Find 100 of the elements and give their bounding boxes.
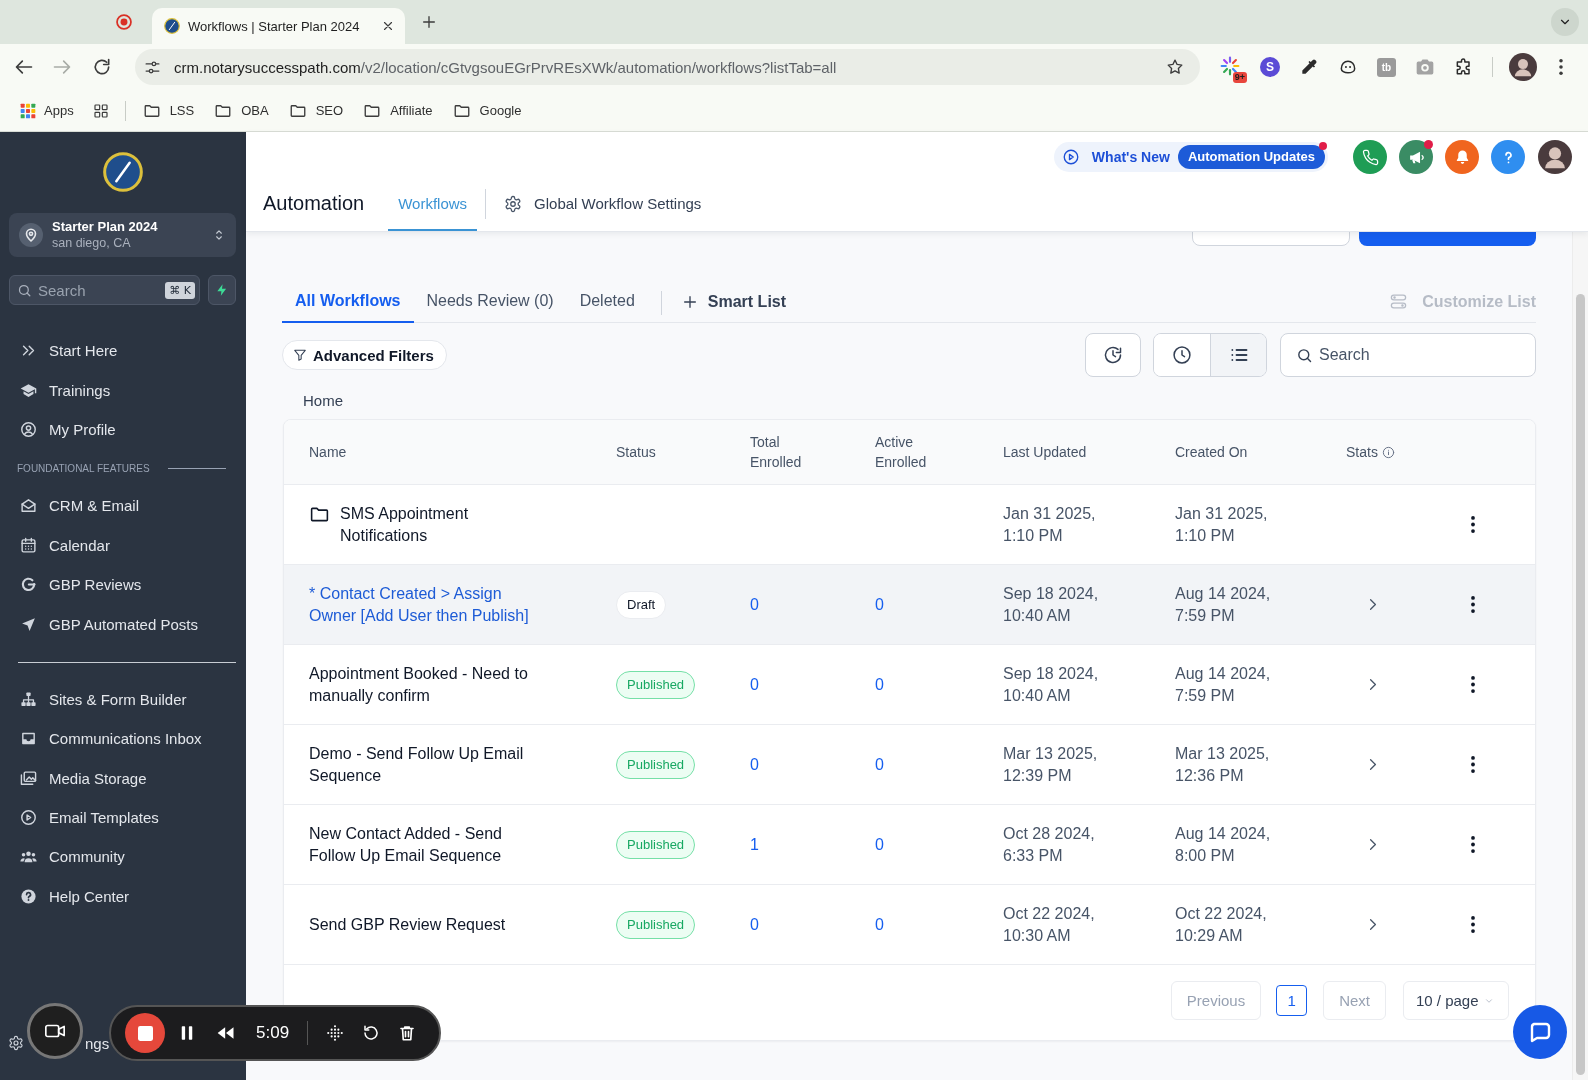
dot-grid-icon[interactable] — [326, 1024, 345, 1042]
chevron-right-icon[interactable] — [1369, 598, 1377, 611]
bookmark-folder[interactable]: Google — [452, 101, 522, 120]
kebab-menu-icon[interactable] — [1471, 916, 1475, 933]
enrolled-count[interactable]: 0 — [875, 675, 884, 694]
nav-item[interactable]: Trainings — [9, 370, 236, 410]
extension-button[interactable]: S — [1260, 57, 1280, 77]
page-button[interactable]: 1 — [1276, 985, 1308, 1016]
bookmark[interactable]: Apps — [20, 102, 74, 119]
chevron-right-icon[interactable] — [1369, 838, 1377, 851]
kebab-menu-icon[interactable] — [1471, 516, 1475, 533]
address-bar[interactable]: crm.notarysuccesspath.com/v2/location/cGtvgsouEGrPrvREsXWk/automation/workflows?listTab=all — [135, 49, 1200, 85]
chevron-right-icon[interactable] — [1369, 758, 1377, 771]
bookmark-folder[interactable]: Affiliate — [363, 101, 433, 120]
history-button[interactable] — [1085, 333, 1141, 377]
nav-item[interactable]: CRM & Email — [9, 486, 236, 526]
search-field[interactable]: Search — [1280, 333, 1536, 377]
nav-item[interactable]: GBP Automated Posts — [9, 604, 236, 644]
enrolled-count[interactable]: 0 — [750, 755, 759, 774]
nav-label[interactable]: ngs — [85, 1034, 110, 1052]
add-smart-list-button[interactable]: Smart List — [681, 284, 787, 322]
nav-item[interactable]: Help Center — [9, 876, 236, 917]
enrolled-count[interactable]: 1 — [750, 835, 759, 854]
updates-badge[interactable]: Automation Updates — [1177, 145, 1325, 169]
settings-link[interactable]: Global Workflow Settings — [504, 194, 702, 213]
grid-icon[interactable] — [92, 102, 109, 119]
workflow-name[interactable]: Appointment Booked - Need to manually confirm — [309, 662, 541, 707]
nav-item[interactable]: Community — [9, 837, 236, 877]
nav-item[interactable]: Communications Inbox — [9, 719, 236, 759]
list-tab[interactable]: Needs Review (0) — [413, 284, 567, 323]
date-text: Sep 18 2024, 10:40 AM — [1003, 583, 1100, 626]
quick-action-button[interactable] — [208, 275, 236, 305]
enrolled-count[interactable]: 0 — [875, 835, 884, 854]
search-field[interactable]: Search ⌘ K — [9, 275, 200, 305]
enrolled-count[interactable]: 0 — [750, 675, 759, 694]
logo-icon[interactable] — [102, 152, 143, 192]
kebab-menu-icon[interactable] — [1559, 59, 1563, 75]
avatar-icon[interactable] — [1509, 53, 1537, 81]
nav-item[interactable]: My Profile — [9, 409, 236, 450]
workflow-name[interactable]: Demo - Send Follow Up Email Sequence — [309, 742, 541, 787]
enrolled-count[interactable]: 0 — [750, 595, 759, 614]
table-row[interactable]: Demo - Send Follow Up Email Sequence Published 0 0 Mar 13 2025, 12:39 PM Mar 13 2025, 12:36 PM — [284, 725, 1535, 805]
whats-new-button[interactable]: What's New — [1061, 148, 1170, 166]
gear-icon[interactable] — [8, 1035, 24, 1051]
undo-icon[interactable] — [362, 1024, 381, 1042]
bookmark-folder[interactable]: SEO — [288, 101, 344, 120]
chevron-right-icon[interactable] — [1369, 678, 1377, 691]
eyedropper-icon[interactable] — [1299, 57, 1319, 77]
workflow-name[interactable]: * Contact Created > Assign Owner [Add User then Publish] — [309, 582, 541, 627]
stop-button[interactable] — [125, 1013, 165, 1053]
nav-item[interactable]: Start Here — [9, 331, 236, 371]
table-row[interactable]: Send GBP Review Request Published 0 0 Oct 22 2024, 10:30 AM Oct 22 2024, 10:29 AM — [284, 885, 1535, 965]
close-icon[interactable] — [381, 19, 395, 33]
folder-name[interactable]: SMS Appointment Notifications — [340, 502, 542, 547]
kebab-menu-icon[interactable] — [1471, 756, 1475, 773]
account-switcher[interactable]: Starter Plan 2024 san diego, CA — [9, 213, 236, 257]
page-size-select[interactable]: 10 / page — [1403, 981, 1509, 1020]
star-icon[interactable] — [1166, 58, 1184, 76]
help-button[interactable] — [1491, 140, 1525, 174]
kebab-menu-icon[interactable] — [1471, 836, 1475, 853]
nav-item[interactable]: GBP Reviews — [9, 564, 236, 605]
list-tab[interactable]: Deleted — [566, 284, 648, 323]
kebab-menu-icon[interactable] — [1471, 596, 1475, 613]
info-icon[interactable] — [1381, 445, 1395, 459]
workflow-name[interactable]: Send GBP Review Request — [309, 913, 506, 936]
advanced-filters-button[interactable]: Advanced Filters — [282, 340, 447, 370]
table-row[interactable]: * Contact Created > Assign Owner [Add User then Publish] Draft 0 0 Sep 18 2024, 10:40 AM Aug 14 2024, 7:59 PM — [284, 565, 1535, 645]
location-pin-icon — [19, 223, 43, 247]
nav-item[interactable]: Email Templates — [9, 797, 236, 838]
enrolled-count[interactable]: 0 — [875, 755, 884, 774]
table-row[interactable]: New Contact Added - Send Follow Up Email Sequence Published 1 0 Oct 28 2024, 6:33 PM Aug 14 2024, 8:00 PM — [284, 805, 1535, 885]
browser-tab[interactable] — [116, 14, 132, 30]
avatar-icon[interactable] — [1538, 140, 1572, 174]
browser-tab[interactable]: Workflows | Starter Plan 2024 — [152, 8, 405, 44]
phone-button[interactable] — [1353, 140, 1387, 174]
plus-icon[interactable] — [421, 14, 437, 30]
list-tab[interactable]: All Workflows — [282, 284, 414, 323]
table-row[interactable]: SMS Appointment Notifications Jan 31 2025, 1:10 PM Jan 31 2025, 1:10 PM — [284, 485, 1535, 565]
enrolled-count[interactable]: 0 — [875, 915, 884, 934]
bookmark-folder[interactable]: LSS — [142, 101, 195, 120]
notifications-button[interactable] — [1445, 140, 1479, 174]
breadcrumb[interactable]: Home — [282, 392, 343, 410]
workflow-name[interactable]: New Contact Added - Send Follow Up Email Sequence — [309, 822, 541, 867]
scrollbar-thumb[interactable] — [1576, 294, 1585, 1075]
view-mode-button[interactable] — [1210, 334, 1266, 376]
nav-item[interactable]: Calendar — [9, 525, 236, 565]
reload-icon[interactable] — [92, 57, 112, 77]
enrolled-count[interactable]: 0 — [750, 915, 759, 934]
nav-item[interactable]: Media Storage — [9, 758, 236, 798]
column-header: Name — [309, 443, 347, 462]
chevron-right-icon[interactable] — [1369, 918, 1377, 931]
kebab-menu-icon[interactable] — [1471, 676, 1475, 693]
back-arrow-icon[interactable] — [14, 57, 34, 77]
announcements-button[interactable] — [1399, 140, 1433, 174]
table-row[interactable]: Appointment Booked - Need to manually confirm Published 0 0 Sep 18 2024, 10:40 AM Aug 14 2024, 7:59 PM — [284, 645, 1535, 725]
enrolled-count[interactable]: 0 — [875, 595, 884, 614]
bookmark-folder[interactable]: OBA — [214, 101, 269, 120]
extension-button[interactable]: 9+ — [1220, 56, 1247, 83]
nav-item[interactable]: Sites & Form Builder — [9, 679, 236, 720]
trash-icon[interactable] — [398, 1024, 417, 1042]
